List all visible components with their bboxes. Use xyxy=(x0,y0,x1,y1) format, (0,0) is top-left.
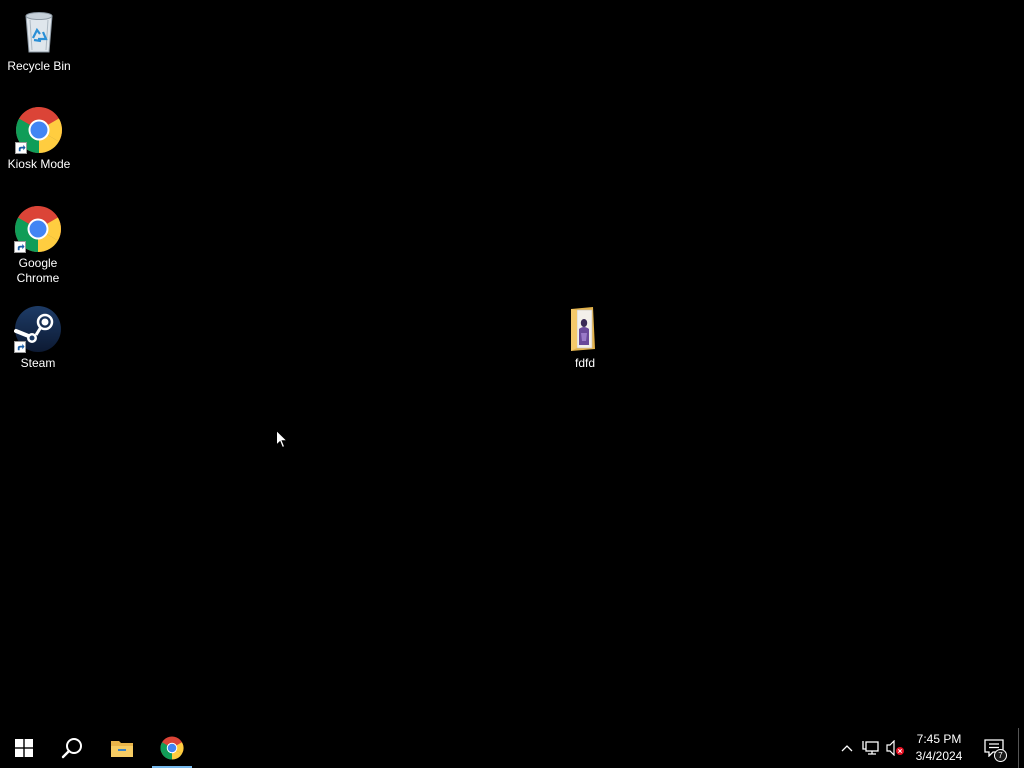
folder-icon xyxy=(111,741,133,757)
shortcut-arrow-icon xyxy=(15,142,27,154)
mouse-pointer-icon xyxy=(276,430,288,449)
taskbar: 7:45 PM 3/4/2024 7 xyxy=(0,728,1024,768)
chevron-up-icon xyxy=(841,745,853,752)
folder-icon xyxy=(561,305,609,353)
start-button[interactable] xyxy=(0,728,48,768)
desktop-icon-fdfd[interactable]: fdfd xyxy=(547,305,623,371)
search-button[interactable] xyxy=(48,728,96,768)
desktop: Recycle Bin Kiosk Mode Google Chrome Ste… xyxy=(0,0,1024,728)
file-explorer-button[interactable] xyxy=(98,728,146,768)
desktop-icon-recycle-bin[interactable]: Recycle Bin xyxy=(1,8,77,74)
desktop-icon-steam[interactable]: Steam xyxy=(0,305,76,371)
desktop-icon-google-chrome[interactable]: Google Chrome xyxy=(0,205,76,286)
chrome-icon xyxy=(160,736,184,760)
windows-logo-icon xyxy=(15,739,33,757)
desktop-icon-label: Steam xyxy=(20,356,56,370)
search-icon xyxy=(61,738,82,759)
network-button[interactable] xyxy=(860,728,882,768)
notification-count-badge: 7 xyxy=(994,749,1007,762)
show-desktop-button[interactable] xyxy=(1018,728,1024,768)
desktop-icon-label: Recycle Bin xyxy=(7,59,71,73)
chrome-icon xyxy=(14,205,62,253)
google-chrome-taskbar-button[interactable] xyxy=(148,728,196,768)
chrome-icon xyxy=(15,106,63,154)
recycle-bin-icon xyxy=(15,8,63,56)
shortcut-arrow-icon xyxy=(14,241,26,253)
action-center-button[interactable]: 7 xyxy=(978,728,1010,768)
network-icon xyxy=(862,741,879,755)
steam-icon xyxy=(14,305,62,353)
show-hidden-icons-button[interactable] xyxy=(836,728,858,768)
desktop-icon-label: Google Chrome xyxy=(16,256,60,285)
volume-button[interactable] xyxy=(884,728,906,768)
desktop-icon-label: Kiosk Mode xyxy=(7,157,71,171)
shortcut-arrow-icon xyxy=(14,341,26,353)
desktop-icon-label: fdfd xyxy=(574,356,595,370)
desktop-icon-kiosk-mode[interactable]: Kiosk Mode xyxy=(1,106,77,172)
volume-muted-icon xyxy=(886,740,904,756)
clock-date: 3/4/2024 xyxy=(915,749,963,763)
clock-time: 7:45 PM xyxy=(916,732,962,746)
clock[interactable]: 7:45 PM 3/4/2024 xyxy=(908,728,970,768)
